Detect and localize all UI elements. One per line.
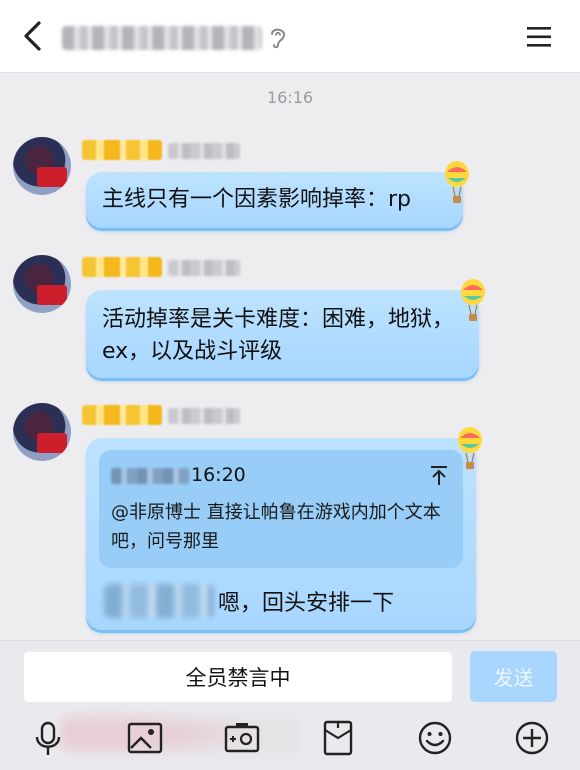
sender-nickname-blurred [168, 260, 240, 276]
chat-header [0, 0, 580, 73]
microphone-icon[interactable] [28, 718, 68, 758]
balloon-decoration-icon [458, 427, 482, 469]
mute-notice-field: 全员禁言中 [24, 652, 452, 702]
quoted-time: 16:20 [191, 464, 246, 486]
message-text: 主线只有一个因素影响掉率：rp [102, 187, 412, 212]
message-timestamp: 16:16 [266, 88, 314, 107]
red-packet-icon[interactable] [318, 718, 358, 758]
send-button-label: 发送 [493, 666, 534, 690]
message-bubble[interactable]: 活动掉率是关卡难度：困难，地狱，ex，以及战斗评级 [86, 290, 479, 378]
balloon-decoration-icon [461, 279, 485, 321]
message-bubble[interactable]: 主线只有一个因素影响掉率：rp [86, 172, 463, 228]
quoted-text: @非原博士 直接让帕鲁在游戏内加个文本吧，问号那里 [111, 502, 441, 552]
mute-notice-text: 全员禁言中 [185, 666, 291, 690]
member-badge [82, 257, 162, 277]
sender-nickname-blurred [168, 408, 240, 424]
message-text: 活动掉率是关卡难度：困难，地狱，ex，以及战斗评级 [102, 307, 455, 364]
plus-icon[interactable] [512, 718, 552, 758]
avatar[interactable] [13, 137, 71, 195]
mention-blurred [104, 584, 214, 618]
earpiece-icon[interactable] [266, 24, 290, 50]
send-button[interactable]: 发送 [470, 651, 557, 702]
arrow-up-icon[interactable] [429, 464, 449, 486]
reply-text: 嗯，回头安排一下 [218, 591, 395, 616]
member-badge [82, 140, 162, 160]
camera-icon[interactable] [222, 718, 262, 758]
balloon-decoration-icon [445, 161, 469, 203]
member-badge [82, 405, 162, 425]
quoted-reply-card[interactable]: 16:20 @非原博士 直接让帕鲁在游戏内加个文本吧，问号那里 [99, 450, 463, 568]
avatar[interactable] [13, 255, 71, 313]
chevron-left-icon[interactable] [16, 18, 50, 54]
avatar[interactable] [13, 403, 71, 461]
background-sticker-blurred [60, 704, 300, 764]
emoji-icon[interactable] [415, 718, 455, 758]
quoted-sender-blurred [111, 468, 189, 484]
sender-nickname-blurred [168, 143, 240, 159]
chat-title-blurred [62, 26, 262, 50]
hamburger-menu-icon[interactable] [524, 22, 554, 52]
image-icon[interactable] [125, 718, 165, 758]
